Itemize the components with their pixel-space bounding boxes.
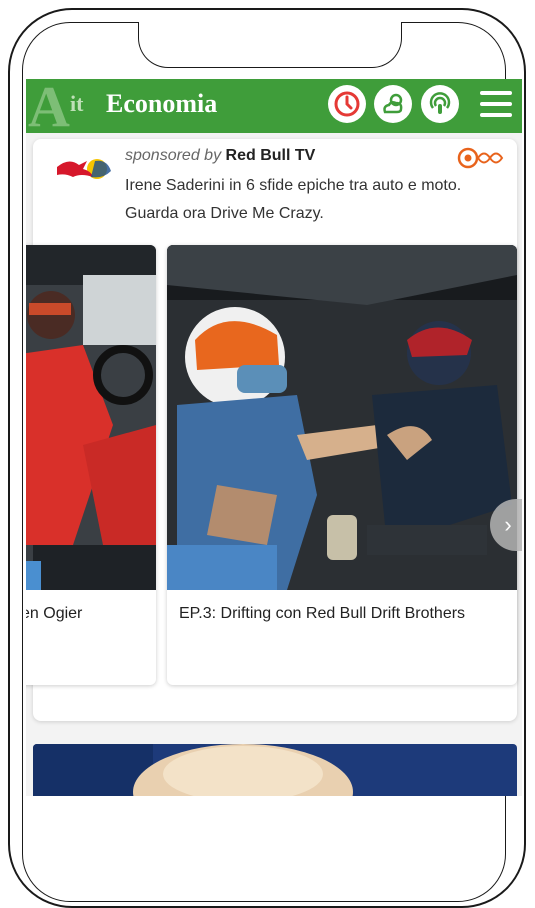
header-bar: A it Economia — [26, 79, 522, 139]
carousel-slide-current[interactable]: EP.3: Drifting con Red Bull Drift Brothe… — [167, 245, 517, 685]
weather-icon[interactable] — [374, 85, 412, 123]
app-screen: A it Economia sponsored by Red Bull TV I… — [26, 79, 522, 796]
adchoices-icon[interactable] — [456, 147, 504, 169]
slide-image-previous — [26, 245, 156, 590]
chevron-right-icon: › — [504, 512, 512, 537]
slide-image-current — [167, 245, 517, 590]
next-article-image[interactable] — [33, 744, 517, 796]
sponsor-description[interactable]: Irene Saderini in 6 sfide epiche tra aut… — [125, 172, 495, 228]
sponsored-card: sponsored by Red Bull TV Irene Saderini … — [26, 139, 517, 756]
carousel-slide-previous[interactable]: en Ogier — [26, 245, 156, 685]
logo-it[interactable]: it — [70, 91, 83, 117]
podcast-icon[interactable] — [421, 85, 459, 123]
clock-icon[interactable] — [328, 85, 366, 123]
sponsor-prefix: sponsored by — [125, 147, 222, 164]
sponsor-line: sponsored by Red Bull TV — [125, 147, 315, 165]
sponsor-name[interactable]: Red Bull TV — [226, 147, 316, 164]
slide-caption-current: EP.3: Drifting con Red Bull Drift Brothe… — [179, 605, 466, 622]
logo-letter[interactable]: A — [28, 79, 70, 140]
logo-text[interactable]: Economia — [106, 89, 217, 119]
red-bull-logo[interactable] — [53, 149, 117, 189]
slide-caption-previous: en Ogier — [26, 605, 83, 622]
menu-icon[interactable] — [480, 91, 512, 119]
phone-notch — [138, 22, 402, 68]
